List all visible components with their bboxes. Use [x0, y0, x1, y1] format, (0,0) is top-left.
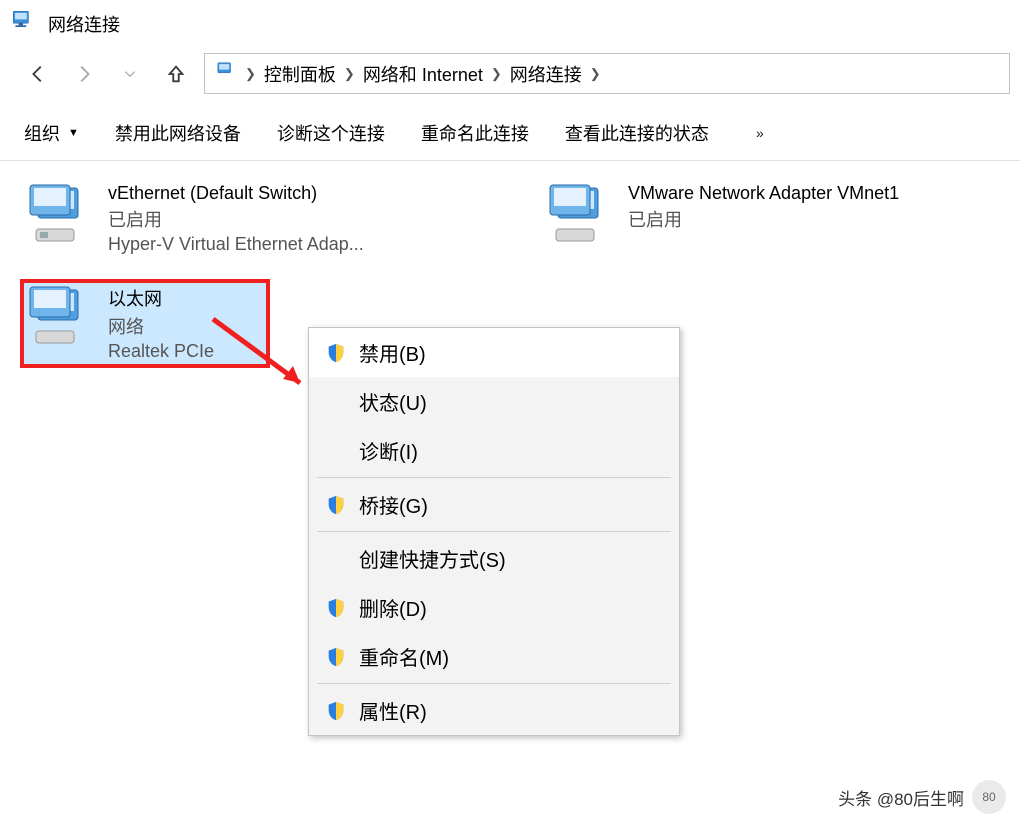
network-adapter-icon — [26, 183, 96, 255]
context-menu-item[interactable]: 重命名(M) — [309, 632, 679, 681]
adapter-item[interactable]: VMware Network Adapter VMnet1 已启用 — [540, 177, 1000, 261]
breadcrumb-item[interactable]: 网络和 Internet — [363, 61, 483, 87]
shield-icon — [323, 646, 349, 668]
network-connection-icon — [10, 8, 36, 39]
toolbar-overflow[interactable]: » — [745, 125, 775, 141]
adapter-status: 已启用 — [628, 206, 899, 232]
chevron-right-icon: ❯ — [590, 66, 601, 82]
context-menu-label: 桥接(G) — [359, 490, 665, 519]
menu-separator — [317, 683, 671, 684]
adapter-device: Realtek PCIe — [108, 341, 214, 362]
context-menu-item[interactable]: 诊断(I) — [309, 426, 679, 475]
context-menu-label: 诊断(I) — [359, 436, 665, 465]
disable-device-button[interactable]: 禁用此网络设备 — [115, 120, 241, 146]
chevron-down-icon: ▼ — [68, 127, 79, 139]
chevron-right-icon: ❯ — [245, 66, 256, 82]
shield-icon — [323, 597, 349, 619]
up-button[interactable] — [158, 56, 194, 92]
menu-separator — [317, 477, 671, 478]
chevron-right-icon: ❯ — [491, 66, 502, 82]
network-adapter-icon — [546, 183, 616, 255]
window-titlebar: 网络连接 — [0, 0, 1020, 47]
forward-button[interactable] — [66, 56, 102, 92]
context-menu-label: 禁用(B) — [359, 338, 665, 367]
context-menu-label: 状态(U) — [359, 387, 665, 416]
adapter-device: Hyper-V Virtual Ethernet Adap... — [108, 234, 364, 255]
command-toolbar: 组织 ▼ 禁用此网络设备 诊断这个连接 重命名此连接 查看此连接的状态 » — [0, 104, 1020, 161]
adapter-status: 网络 — [108, 313, 214, 339]
watermark-text: 头条 @80后生啊 — [838, 785, 964, 810]
menu-separator — [317, 531, 671, 532]
avatar-icon: 80 — [972, 780, 1006, 814]
context-menu-item[interactable]: 禁用(B) — [309, 328, 679, 377]
network-adapter-icon — [26, 285, 96, 362]
context-menu-label: 属性(R) — [359, 696, 665, 725]
breadcrumb-item[interactable]: 控制面板 — [264, 61, 336, 87]
recent-dropdown[interactable] — [112, 56, 148, 92]
breadcrumb-item[interactable]: 网络连接 — [510, 61, 582, 87]
context-menu-label: 重命名(M) — [359, 642, 665, 671]
context-menu-label: 创建快捷方式(S) — [359, 544, 665, 573]
adapter-list: vEthernet (Default Switch) 已启用 Hyper-V V… — [0, 161, 1020, 384]
diagnose-button[interactable]: 诊断这个连接 — [277, 120, 385, 146]
context-menu: 禁用(B) 状态(U) 诊断(I) 桥接(G) 创建快捷方式(S) 删除(D) 重命名(M)… — [308, 327, 680, 736]
organize-menu[interactable]: 组织 ▼ — [24, 120, 79, 146]
adapter-name: vEthernet (Default Switch) — [108, 183, 364, 204]
adapter-name: 以太网 — [108, 285, 214, 311]
adapter-name: VMware Network Adapter VMnet1 — [628, 183, 899, 204]
back-button[interactable] — [20, 56, 56, 92]
watermark: 头条 @80后生啊 80 — [838, 780, 1006, 814]
context-menu-item[interactable]: 删除(D) — [309, 583, 679, 632]
view-status-button[interactable]: 查看此连接的状态 — [565, 120, 709, 146]
adapter-status: 已启用 — [108, 206, 364, 232]
rename-button[interactable]: 重命名此连接 — [421, 120, 529, 146]
context-menu-item[interactable]: 属性(R) — [309, 686, 679, 735]
shield-icon — [323, 700, 349, 722]
context-menu-label: 删除(D) — [359, 593, 665, 622]
address-bar[interactable]: ❯ 控制面板 ❯ 网络和 Internet ❯ 网络连接 ❯ — [204, 53, 1010, 94]
network-connection-icon — [215, 60, 237, 87]
shield-icon — [323, 342, 349, 364]
adapter-item[interactable]: vEthernet (Default Switch) 已启用 Hyper-V V… — [20, 177, 480, 261]
navigation-bar: ❯ 控制面板 ❯ 网络和 Internet ❯ 网络连接 ❯ — [0, 47, 1020, 104]
organize-label: 组织 — [24, 120, 60, 146]
shield-icon — [323, 494, 349, 516]
chevron-right-icon: ❯ — [344, 66, 355, 82]
context-menu-item[interactable]: 创建快捷方式(S) — [309, 534, 679, 583]
context-menu-item[interactable]: 状态(U) — [309, 377, 679, 426]
context-menu-item[interactable]: 桥接(G) — [309, 480, 679, 529]
window-title: 网络连接 — [48, 11, 120, 37]
annotation-arrow-icon — [205, 311, 325, 406]
